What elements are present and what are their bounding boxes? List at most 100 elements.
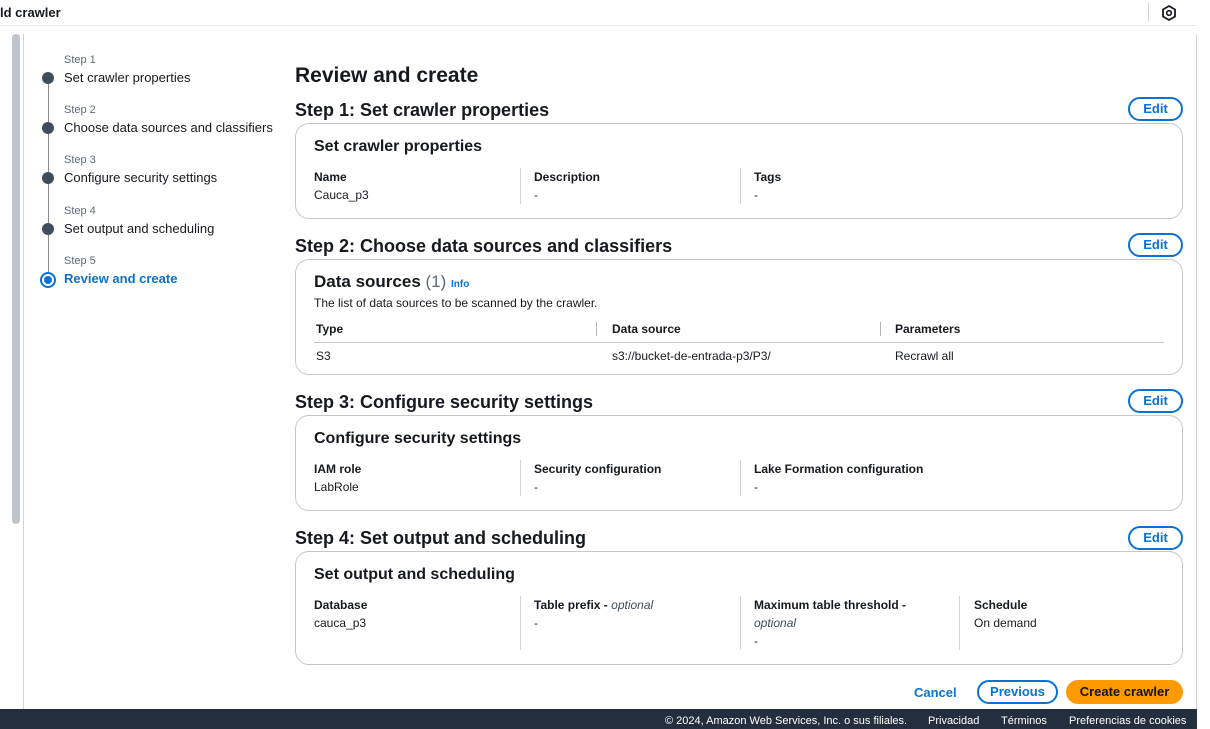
wizard-step-2[interactable]: Step 2 Choose data sources and classifie… bbox=[36, 102, 276, 142]
table-header-rule bbox=[314, 342, 1164, 343]
footer-copyright: © 2024, Amazon Web Services, Inc. o sus … bbox=[665, 715, 908, 727]
step-number: Step 2 bbox=[64, 104, 96, 116]
section-heading-step3: Step 3: Configure security settings bbox=[295, 392, 594, 412]
field-maximum-table-threshold: Maximum table threshold - optional - bbox=[754, 598, 906, 648]
edit-step2-button[interactable]: Edit bbox=[1128, 233, 1183, 257]
data-sources-description: The list of data sources to be scanned b… bbox=[314, 296, 598, 310]
column-divider bbox=[520, 596, 521, 650]
field-label-text: Table prefix - bbox=[534, 598, 612, 612]
column-divider bbox=[740, 596, 741, 650]
divider bbox=[1148, 2, 1149, 22]
optional-tag: optional bbox=[754, 616, 906, 630]
footer-privacy-link[interactable]: Privacidad bbox=[928, 715, 979, 727]
step-status-dot-icon bbox=[42, 223, 54, 235]
edit-step3-button[interactable]: Edit bbox=[1128, 389, 1183, 413]
output-scheduling-card: Set output and scheduling Database cauca… bbox=[295, 551, 1183, 665]
section-heading-step2: Step 2: Choose data sources and classifi… bbox=[295, 236, 673, 256]
field-value: On demand bbox=[974, 616, 1037, 630]
step-status-dot-icon bbox=[42, 72, 54, 84]
optional-text: optional bbox=[754, 616, 797, 630]
edit-step4-button[interactable]: Edit bbox=[1128, 526, 1183, 550]
column-header-data-source: Data source bbox=[612, 322, 681, 336]
field-table-prefix: Table prefix - optional - bbox=[534, 598, 653, 630]
step-label: Review and create bbox=[64, 271, 178, 286]
data-sources-title: Data sources (1) bbox=[314, 272, 446, 292]
field-value: - bbox=[754, 634, 758, 648]
field-value: cauca_p3 bbox=[314, 616, 367, 630]
wizard-step-1[interactable]: Step 1 Set crawler properties bbox=[36, 52, 276, 92]
cancel-button[interactable]: Cancel bbox=[914, 685, 957, 700]
optional-tag: optional bbox=[611, 598, 654, 612]
page-header-title: ld crawler bbox=[0, 5, 61, 20]
column-header-type: Type bbox=[316, 322, 344, 336]
field-label: Description bbox=[534, 170, 601, 184]
wizard-step-5-current: Step 5 Review and create bbox=[36, 253, 276, 293]
field-tags: Tags - bbox=[754, 170, 781, 202]
step-label[interactable]: Choose data sources and classifiers bbox=[64, 120, 273, 135]
step-number: Step 5 bbox=[64, 255, 96, 267]
column-divider bbox=[740, 460, 741, 496]
table-cell-type: S3 bbox=[316, 349, 331, 363]
create-crawler-button[interactable]: Create crawler bbox=[1066, 680, 1183, 704]
field-name: Name Cauca_p3 bbox=[314, 170, 369, 202]
wizard-step-3[interactable]: Step 3 Configure security settings bbox=[36, 152, 276, 192]
table-cell-data-source: s3://bucket-de-entrada-p3/P3/ bbox=[612, 349, 771, 363]
table-cell-parameters: Recrawl all bbox=[895, 349, 954, 363]
field-security-configuration: Security configuration - bbox=[534, 462, 661, 494]
crawler-properties-card: Set crawler properties Name Cauca_p3 Des… bbox=[295, 123, 1183, 219]
page-edge bbox=[1197, 0, 1210, 729]
column-divider bbox=[740, 168, 741, 204]
field-value: - bbox=[754, 188, 758, 202]
field-value: Cauca_p3 bbox=[314, 188, 369, 202]
footer-terms-link[interactable]: Términos bbox=[1001, 715, 1047, 727]
field-label: Name bbox=[314, 170, 347, 184]
field-schedule: Schedule On demand bbox=[974, 598, 1037, 630]
divider bbox=[23, 34, 24, 709]
column-divider bbox=[880, 322, 881, 336]
previous-button[interactable]: Previous bbox=[977, 680, 1058, 704]
field-label: IAM role bbox=[314, 462, 362, 476]
settings-hexagon-icon[interactable] bbox=[1160, 4, 1178, 22]
field-label: Security configuration bbox=[534, 462, 662, 476]
field-description: Description - bbox=[534, 170, 600, 202]
page-title: Review and create bbox=[295, 64, 479, 87]
field-value: - bbox=[754, 480, 758, 494]
field-label: Lake Formation configuration bbox=[754, 462, 924, 476]
top-bar: ld crawler bbox=[0, 0, 1210, 26]
field-value: - bbox=[534, 188, 538, 202]
field-value: LabRole bbox=[314, 480, 359, 494]
step-number: Step 4 bbox=[64, 205, 96, 217]
step-label[interactable]: Set output and scheduling bbox=[64, 221, 214, 236]
step-status-dot-icon bbox=[42, 172, 54, 184]
column-divider bbox=[520, 168, 521, 204]
field-lake-formation-configuration: Lake Formation configuration - bbox=[754, 462, 923, 494]
field-label: Tags bbox=[754, 170, 782, 184]
column-divider bbox=[520, 460, 521, 496]
edit-step1-button[interactable]: Edit bbox=[1128, 97, 1183, 121]
step-label[interactable]: Set crawler properties bbox=[64, 70, 190, 85]
column-divider bbox=[596, 322, 597, 336]
step-current-dot-icon bbox=[40, 272, 56, 288]
field-value: - bbox=[534, 480, 538, 494]
card-title: Configure security settings bbox=[314, 430, 522, 447]
info-link[interactable]: Info bbox=[451, 279, 469, 290]
field-label: Schedule bbox=[974, 598, 1028, 612]
card-title: Set crawler properties bbox=[314, 138, 483, 155]
footer: © 2024, Amazon Web Services, Inc. o sus … bbox=[0, 709, 1197, 729]
step-label[interactable]: Configure security settings bbox=[64, 170, 217, 185]
column-header-parameters: Parameters bbox=[895, 322, 961, 336]
field-database: Database cauca_p3 bbox=[314, 598, 367, 630]
security-settings-card: Configure security settings IAM role Lab… bbox=[295, 415, 1183, 511]
field-label: Table prefix - optional bbox=[534, 598, 653, 612]
section-heading-step4: Step 4: Set output and scheduling bbox=[295, 528, 587, 548]
field-label: Database bbox=[314, 598, 368, 612]
footer-cookies-link[interactable]: Preferencias de cookies bbox=[1069, 715, 1186, 727]
wizard-step-4[interactable]: Step 4 Set output and scheduling bbox=[36, 203, 276, 243]
scrollbar[interactable] bbox=[12, 34, 20, 524]
data-sources-heading: Data sources bbox=[314, 272, 421, 291]
field-value: - bbox=[534, 616, 538, 630]
data-sources-count: (1) bbox=[425, 272, 447, 291]
column-divider bbox=[959, 596, 960, 650]
data-sources-card: Data sources (1) Info The list of data s… bbox=[295, 259, 1183, 375]
field-iam-role: IAM role LabRole bbox=[314, 462, 361, 494]
